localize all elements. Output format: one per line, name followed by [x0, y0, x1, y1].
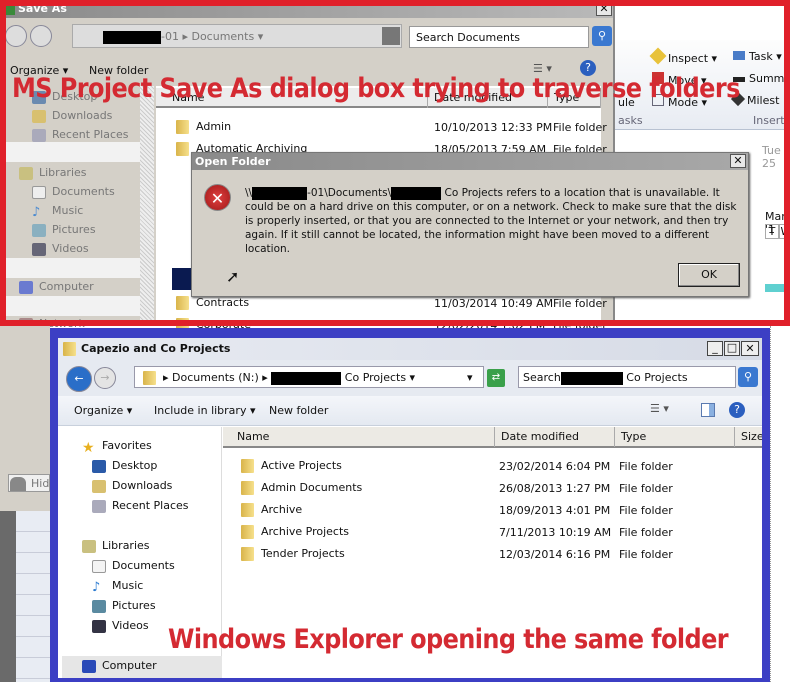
folder-date: 23/02/2014 6:04 PM [499, 460, 611, 473]
nav-music[interactable]: ♪ Music [92, 579, 143, 595]
folder-row[interactable]: Tender Projects [241, 547, 345, 561]
nav-documents[interactable]: Documents [92, 559, 175, 573]
right-background [770, 326, 790, 682]
bottom-annotation: Windows Explorer opening the same folder [168, 623, 729, 655]
nav-computer[interactable]: Computer [82, 659, 157, 673]
views-icon[interactable]: ☰ ▾ [650, 402, 669, 415]
column-size[interactable]: Size [735, 427, 762, 447]
folder-row[interactable]: Archive Projects [241, 525, 349, 539]
nav-recent-places[interactable]: Recent Places [92, 499, 189, 513]
folder-name: Archive Projects [261, 525, 350, 538]
downloads-icon [92, 479, 106, 493]
address-folder: Co Projects [344, 371, 407, 384]
pictures-icon [92, 599, 106, 613]
nav-pictures[interactable]: Pictures [92, 599, 156, 613]
column-date[interactable]: Date modified [495, 427, 615, 447]
folder-row[interactable]: Archive [241, 503, 302, 517]
videos-icon [92, 619, 106, 633]
close-button[interactable]: ✕ [741, 341, 759, 356]
folder-name: Archive [261, 503, 303, 516]
address-drive: Documents (N:) [172, 371, 259, 384]
nav-videos[interactable]: Videos [92, 619, 149, 633]
libraries-icon [82, 539, 96, 553]
column-type[interactable]: Type [615, 427, 735, 447]
folder-icon [241, 525, 254, 539]
search-suffix: Co Projects [626, 371, 688, 384]
redacted [271, 371, 342, 385]
nav-desktop[interactable]: Desktop [92, 459, 157, 473]
explorer-window: Capezio and Co Projects _ □ ✕ ← → ▸ Docu… [58, 338, 762, 678]
search-prefix: Search [523, 371, 561, 384]
new-folder-button[interactable]: New folder [269, 404, 328, 417]
nav-downloads[interactable]: Downloads [92, 479, 172, 493]
preview-pane-icon[interactable] [701, 403, 715, 417]
search-icon[interactable]: ⚲ [738, 367, 758, 387]
folder-type: File folder [619, 482, 673, 495]
recent-places-icon [92, 499, 106, 513]
red-frame [0, 0, 790, 326]
include-in-library-button[interactable]: Include in library ▾ [154, 404, 255, 417]
folder-row[interactable]: Active Projects [241, 459, 342, 473]
maximize-button[interactable]: □ [724, 341, 740, 356]
address-bar[interactable]: ▸ Documents (N:) ▸ Co Projects ▾ ▾ [134, 366, 484, 388]
nav-libraries[interactable]: Libraries [82, 539, 150, 553]
search-input[interactable]: Search Co Projects [518, 366, 736, 388]
folder-date: 7/11/2013 10:19 AM [499, 526, 612, 539]
folder-icon [143, 371, 156, 385]
nav-favorites[interactable]: ★ Favorites [82, 439, 152, 456]
folder-type: File folder [619, 526, 673, 539]
desktop-icon [92, 459, 106, 473]
back-button[interactable]: ← [66, 366, 92, 392]
folder-icon [63, 342, 76, 356]
music-icon: ♪ [92, 579, 101, 595]
help-icon[interactable]: ? [729, 402, 745, 418]
folder-name: Admin Documents [261, 481, 363, 494]
minimize-button[interactable]: _ [707, 341, 723, 356]
background-app: Hide [0, 326, 56, 682]
folder-name: Active Projects [261, 459, 342, 472]
redacted [560, 371, 623, 385]
folder-date: 12/03/2014 6:16 PM [499, 548, 611, 561]
explorer-toolbar: Organize ▾ Include in library ▾ New fold… [58, 396, 762, 426]
folder-icon [241, 503, 254, 517]
star-icon: ★ [82, 439, 95, 456]
explorer-title: Capezio and Co Projects [81, 342, 231, 355]
column-headers: Name Date modified Type Size [223, 427, 762, 448]
folder-icon [241, 547, 254, 561]
column-name[interactable]: Name [223, 427, 495, 447]
organize-button[interactable]: Organize ▾ [74, 404, 132, 417]
computer-icon [82, 659, 96, 673]
folder-row[interactable]: Admin Documents [241, 481, 362, 495]
explorer-titlebar: Capezio and Co Projects _ □ ✕ [58, 338, 762, 360]
folder-date: 18/09/2013 4:01 PM [499, 504, 611, 517]
folder-type: File folder [619, 504, 673, 517]
forward-button[interactable]: → [94, 367, 116, 389]
folder-type: File folder [619, 460, 673, 473]
refresh-button[interactable]: ⇄ [487, 369, 505, 387]
hide-icon [10, 477, 26, 491]
folder-icon [241, 459, 254, 473]
folder-name: Tender Projects [261, 547, 345, 560]
folder-icon [241, 481, 254, 495]
documents-icon [92, 559, 106, 573]
folder-date: 26/08/2013 1:27 PM [499, 482, 611, 495]
folder-type: File folder [619, 548, 673, 561]
